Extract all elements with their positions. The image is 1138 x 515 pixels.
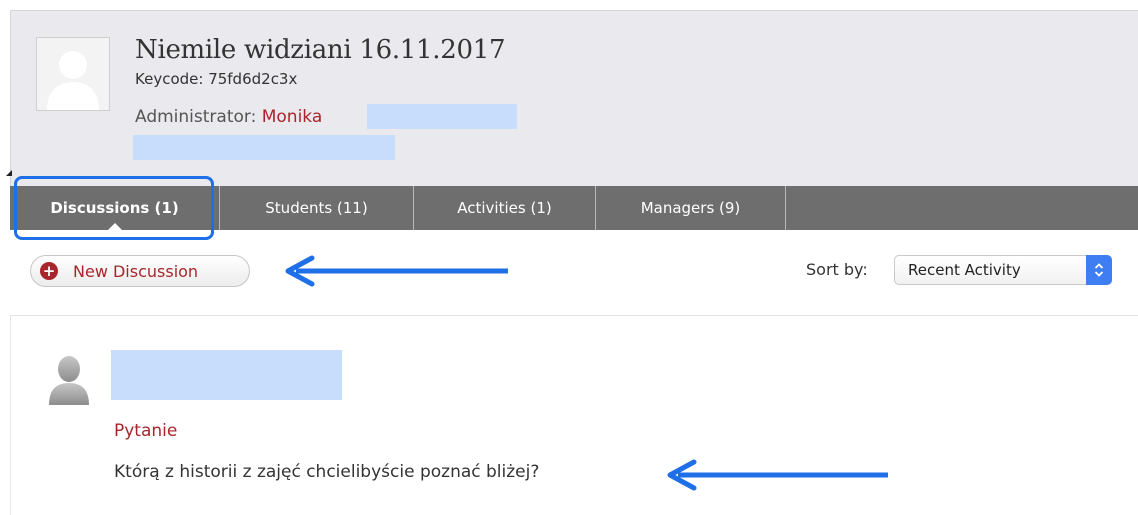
content-left-rule	[10, 315, 11, 515]
tab-students[interactable]: Students (11)	[220, 186, 414, 230]
annotation-highlight-box	[14, 176, 214, 240]
tab-activities[interactable]: Activities (1)	[414, 186, 596, 230]
sort-by-label: Sort by:	[806, 260, 868, 279]
discussion-title-link[interactable]: Pytanie	[114, 421, 177, 441]
sort-select[interactable]: Recent Activity	[894, 255, 1112, 285]
discussion-body-text: Którą z historii z zajęć chcielibyście p…	[114, 462, 540, 482]
annotation-arrow-left-icon-2	[667, 459, 888, 491]
group-keycode: Keycode: 75fd6d2c3x	[135, 70, 298, 88]
redacted-admin-email	[133, 135, 395, 160]
annotation-arrow-left-icon	[285, 255, 508, 287]
new-discussion-label: New Discussion	[73, 261, 199, 281]
content-divider	[10, 315, 1138, 316]
group-header: Niemile widziani 16.11.2017 Keycode: 75f…	[10, 10, 1138, 187]
administrator-name-link[interactable]: Monika	[262, 107, 323, 127]
new-discussion-button[interactable]: + New Discussion	[30, 255, 250, 287]
tab-activities-label: Activities (1)	[457, 199, 552, 217]
tab-managers[interactable]: Managers (9)	[596, 186, 786, 230]
redacted-poster-name	[111, 350, 342, 400]
corner-marker	[0, 170, 12, 176]
administrator-label: Administrator:	[135, 107, 257, 127]
sort-select-value: Recent Activity	[908, 261, 1021, 279]
administrator-line: Administrator: Monika	[135, 107, 322, 127]
redacted-admin-surname	[367, 104, 517, 129]
group-title: Niemile widziani 16.11.2017	[135, 35, 506, 65]
tab-students-label: Students (11)	[265, 199, 368, 217]
user-silhouette-icon	[49, 356, 89, 405]
tab-managers-label: Managers (9)	[640, 199, 741, 217]
plus-circle-icon: +	[40, 262, 58, 280]
group-avatar-icon	[36, 37, 110, 111]
chevron-updown-icon	[1086, 255, 1112, 285]
